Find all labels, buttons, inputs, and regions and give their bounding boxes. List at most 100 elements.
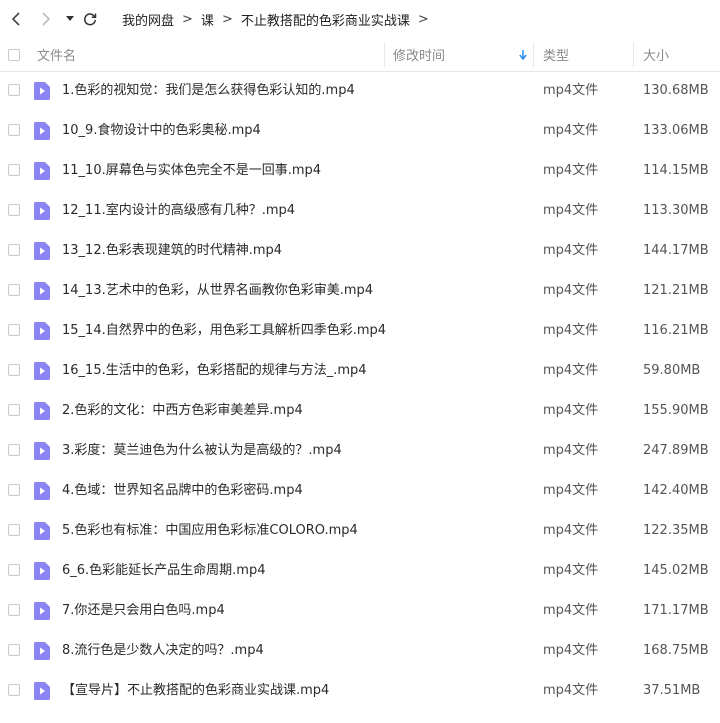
file-type: mp4文件 — [543, 563, 599, 578]
breadcrumb-separator: > — [221, 11, 233, 27]
file-row[interactable]: 8.流行色是少数人决定的吗？.mp4 mp4文件 168.75MB — [0, 631, 720, 671]
row-checkbox[interactable] — [8, 644, 20, 656]
forward-button[interactable] — [36, 0, 56, 38]
file-row[interactable]: 11_10.屏幕色与实体色完全不是一回事.mp4 mp4文件 114.15MB — [0, 151, 720, 191]
file-row[interactable]: 7.你还是只会用白色吗.mp4 mp4文件 171.17MB — [0, 591, 720, 631]
breadcrumb: 我的网盘 > 课 > 不止教搭配的色彩商业实战课 > — [122, 0, 437, 38]
file-type: mp4文件 — [543, 163, 599, 178]
file-size: 121.21MB — [643, 283, 709, 298]
file-name[interactable]: 7.你还是只会用白色吗.mp4 — [62, 591, 225, 631]
file-row[interactable]: 5.色彩也有标准：中国应用色彩标准COLORO.mp4 mp4文件 122.35MB — [0, 511, 720, 551]
file-row[interactable]: 【宣导片】不止教搭配的色彩商业实战课.mp4 mp4文件 37.51MB — [0, 671, 720, 711]
sort-arrow[interactable] — [519, 38, 527, 71]
file-name[interactable]: 10_9.食物设计中的色彩奥秘.mp4 — [62, 111, 261, 151]
file-size: 168.75MB — [643, 643, 709, 658]
video-file-icon — [34, 602, 50, 620]
file-row[interactable]: 2.色彩的文化：中西方色彩审美差异.mp4 mp4文件 155.90MB — [0, 391, 720, 431]
history-dropdown-button[interactable] — [63, 0, 77, 38]
video-file-icon — [34, 242, 50, 260]
file-row[interactable]: 1.色彩的视知觉：我们是怎么获得色彩认知的.mp4 mp4文件 130.68MB — [0, 71, 720, 111]
breadcrumb-item-current[interactable]: 不止教搭配的色彩商业实战课 — [241, 10, 410, 29]
file-row[interactable]: 15_14.自然界中的色彩，用色彩工具解析四季色彩.mp4 mp4文件 116.21… — [0, 311, 720, 351]
refresh-button[interactable] — [80, 0, 100, 38]
file-name[interactable]: 5.色彩也有标准：中国应用色彩标准COLORO.mp4 — [62, 511, 358, 551]
row-checkbox[interactable] — [8, 284, 20, 296]
row-checkbox[interactable] — [8, 564, 20, 576]
video-file-icon — [34, 562, 50, 580]
toolbar: 我的网盘 > 课 > 不止教搭配的色彩商业实战课 > — [0, 0, 720, 38]
file-type: mp4文件 — [543, 363, 599, 378]
row-checkbox[interactable] — [8, 124, 20, 136]
file-name[interactable]: 14_13.艺术中的色彩，从世界名画教你色彩审美.mp4 — [62, 271, 373, 311]
row-checkbox[interactable] — [8, 244, 20, 256]
file-size: 122.35MB — [643, 523, 709, 538]
file-row[interactable]: 4.色域：世界知名品牌中的色彩密码.mp4 mp4文件 142.40MB — [0, 471, 720, 511]
video-file-icon — [34, 362, 50, 380]
file-row[interactable]: 14_13.艺术中的色彩，从世界名画教你色彩审美.mp4 mp4文件 121.21M… — [0, 271, 720, 311]
row-checkbox[interactable] — [8, 444, 20, 456]
file-name[interactable]: 【宣导片】不止教搭配的色彩商业实战课.mp4 — [62, 671, 329, 711]
file-name[interactable]: 2.色彩的文化：中西方色彩审美差异.mp4 — [62, 391, 303, 431]
file-type: mp4文件 — [543, 323, 599, 338]
caret-down-icon — [66, 16, 74, 21]
column-modified[interactable]: 修改时间 — [393, 38, 445, 71]
file-row[interactable]: 13_12.色彩表现建筑的时代精神.mp4 mp4文件 144.17MB — [0, 231, 720, 271]
video-file-icon — [34, 682, 50, 700]
row-checkbox[interactable] — [8, 204, 20, 216]
row-checkbox[interactable] — [8, 164, 20, 176]
file-row[interactable]: 6_6.色彩能延长产品生命周期.mp4 mp4文件 145.02MB — [0, 551, 720, 591]
file-row[interactable]: 10_9.食物设计中的色彩奥秘.mp4 mp4文件 133.06MB — [0, 111, 720, 151]
chevron-right-icon — [42, 12, 51, 26]
file-size: 145.02MB — [643, 563, 709, 578]
file-type: mp4文件 — [543, 443, 599, 458]
file-name[interactable]: 3.彩度：莫兰迪色为什么被认为是高级的？.mp4 — [62, 431, 342, 471]
checkbox[interactable] — [8, 48, 20, 61]
back-button[interactable] — [6, 0, 26, 38]
row-checkbox[interactable] — [8, 524, 20, 536]
file-name[interactable]: 12_11.室内设计的高级感有几种？.mp4 — [62, 191, 295, 231]
file-name[interactable]: 13_12.色彩表现建筑的时代精神.mp4 — [62, 231, 282, 271]
select-all-checkbox[interactable] — [8, 38, 20, 71]
video-file-icon — [34, 162, 50, 180]
file-row[interactable]: 3.彩度：莫兰迪色为什么被认为是高级的？.mp4 mp4文件 247.89MB — [0, 431, 720, 471]
column-name[interactable]: 文件名 — [37, 38, 76, 71]
column-type[interactable]: 类型 — [543, 38, 569, 71]
row-checkbox[interactable] — [8, 484, 20, 496]
file-name[interactable]: 16_15.生活中的色彩，色彩搭配的规律与方法_.mp4 — [62, 351, 367, 391]
file-name[interactable]: 6_6.色彩能延长产品生命周期.mp4 — [62, 551, 266, 591]
file-type: mp4文件 — [543, 683, 599, 698]
row-checkbox[interactable] — [8, 324, 20, 336]
row-checkbox[interactable] — [8, 84, 20, 96]
file-name[interactable]: 11_10.屏幕色与实体色完全不是一回事.mp4 — [62, 151, 321, 191]
file-type: mp4文件 — [543, 603, 599, 618]
file-size: 247.89MB — [643, 443, 709, 458]
file-size: 155.90MB — [643, 403, 709, 418]
sort-down-icon — [519, 49, 527, 60]
file-name[interactable]: 1.色彩的视知觉：我们是怎么获得色彩认知的.mp4 — [62, 71, 355, 111]
column-size[interactable]: 大小 — [643, 38, 669, 71]
file-row[interactable]: 12_11.室内设计的高级感有几种？.mp4 mp4文件 113.30MB — [0, 191, 720, 231]
row-checkbox[interactable] — [8, 684, 20, 696]
file-size: 142.40MB — [643, 483, 709, 498]
file-name[interactable]: 4.色域：世界知名品牌中的色彩密码.mp4 — [62, 471, 303, 511]
breadcrumb-item-course[interactable]: 课 — [201, 10, 214, 29]
row-checkbox[interactable] — [8, 604, 20, 616]
file-type: mp4文件 — [543, 123, 599, 138]
column-divider[interactable] — [533, 42, 534, 67]
file-size: 171.17MB — [643, 603, 709, 618]
row-checkbox[interactable] — [8, 404, 20, 416]
file-type: mp4文件 — [543, 83, 599, 98]
file-type: mp4文件 — [543, 243, 599, 258]
video-file-icon — [34, 282, 50, 300]
file-row[interactable]: 16_15.生活中的色彩，色彩搭配的规律与方法_.mp4 mp4文件 59.80MB — [0, 351, 720, 391]
column-divider[interactable] — [384, 42, 385, 67]
column-divider[interactable] — [633, 42, 634, 67]
file-size: 37.51MB — [643, 683, 701, 698]
file-name[interactable]: 15_14.自然界中的色彩，用色彩工具解析四季色彩.mp4 — [62, 311, 386, 351]
video-file-icon — [34, 82, 50, 100]
video-file-icon — [34, 642, 50, 660]
breadcrumb-item-root[interactable]: 我的网盘 — [122, 10, 174, 29]
file-size: 114.15MB — [643, 163, 709, 178]
row-checkbox[interactable] — [8, 364, 20, 376]
file-name[interactable]: 8.流行色是少数人决定的吗？.mp4 — [62, 631, 264, 671]
